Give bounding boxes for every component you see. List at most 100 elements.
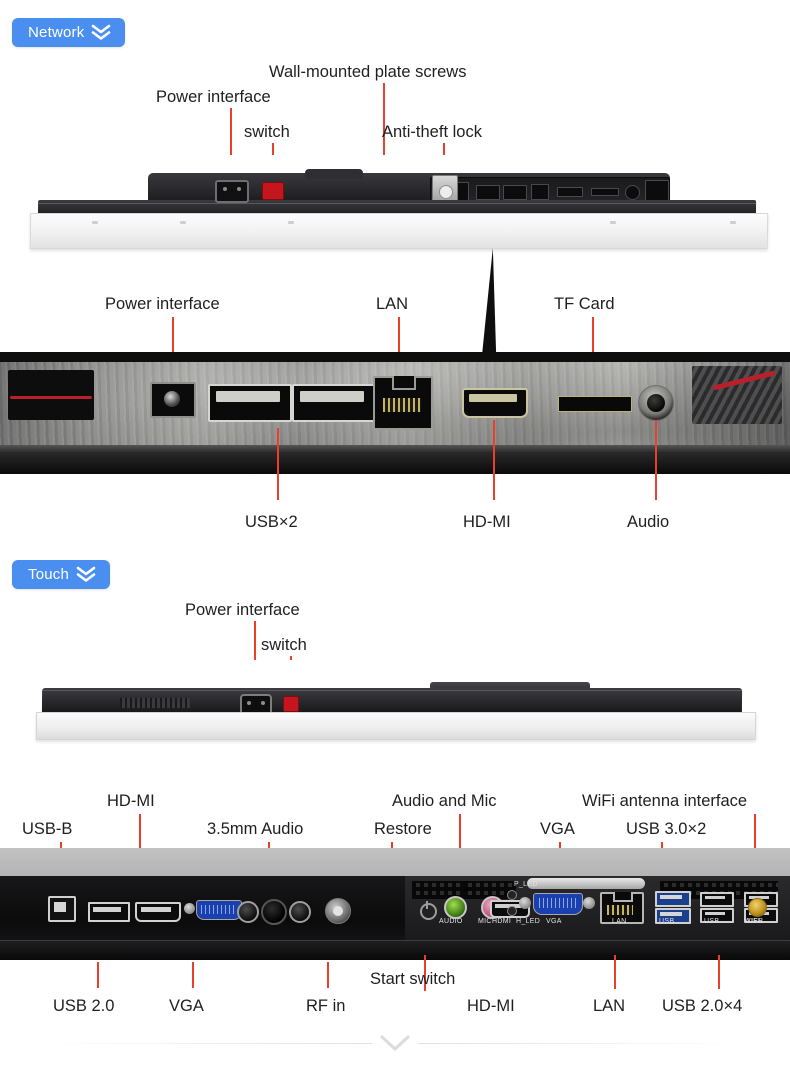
chassis-bottom-lip [0, 940, 790, 960]
callout-start-switch: Start switch [370, 970, 456, 988]
vent-grille [412, 881, 470, 899]
port-usb-2-0 [88, 902, 130, 922]
silkscreen-usb-2: USB [704, 918, 720, 925]
silkscreen-usb-1: USB [659, 918, 675, 925]
port-vga-monitor [196, 900, 242, 920]
section-badge-network-label: Network [28, 23, 85, 41]
port-tf-card-slot [558, 396, 632, 412]
chassis-bottom-edge [0, 452, 790, 474]
vga-screw-left [184, 903, 195, 914]
leader-line [327, 962, 329, 988]
chevron-down-icon[interactable] [372, 1032, 418, 1054]
photo-touch-monitor-edge [0, 660, 790, 770]
port-usb-2 [292, 384, 376, 422]
leader-line [97, 962, 99, 988]
silkscreen-wifi: WIFI [744, 918, 760, 925]
callout-audio-and-mic: Audio and Mic [392, 792, 497, 810]
port-lan-rj45 [373, 376, 433, 430]
silkscreen-vga: VGA [546, 918, 562, 925]
port-usb-2-0-a [700, 892, 734, 907]
chassis-top-edge [0, 352, 790, 362]
callout-wifi-antenna-interface: WiFi antenna interface [582, 792, 748, 810]
port-tf-card [591, 188, 619, 196]
callout-hdmi-1: HD-MI [463, 513, 511, 531]
leader-line [718, 955, 720, 989]
double-chevron-down-icon [91, 23, 111, 41]
double-chevron-down-icon [76, 565, 96, 583]
chassis-ledge [0, 445, 790, 452]
silkscreen-mic: MIC [478, 918, 492, 925]
port-audio [625, 185, 640, 200]
port-audio-jack-center [261, 899, 287, 925]
h-led-indicator [507, 906, 517, 916]
screw-dot [180, 221, 186, 224]
port-rf-in [325, 898, 351, 924]
callout-tf-card: TF Card [554, 295, 615, 313]
monitor-rear-hump [305, 169, 363, 179]
screw-dot [610, 221, 616, 224]
divider-line-right [418, 1042, 748, 1044]
callout-hdmi-3: HD-MI [467, 997, 515, 1015]
product-interface-diagram: Network Power interface switch Wall-moun… [0, 0, 790, 1065]
port-audio-jack-1 [237, 901, 259, 923]
vga-screw-right [583, 897, 595, 909]
port-usb [503, 185, 527, 200]
leader-wedge-dark [482, 247, 500, 355]
silkscreen-p-led: P_LED [514, 881, 538, 888]
port-usb-3-0-upper [655, 891, 691, 907]
leader-line [614, 955, 616, 989]
callout-usb-3-0-x2: USB 3.0×2 [626, 820, 707, 838]
callout-3-5mm-audio: 3.5mm Audio [207, 820, 304, 838]
port-misc [531, 184, 549, 200]
callout-rf-in: RF in [306, 997, 346, 1015]
vga-screw-left [519, 897, 531, 909]
port-audio-jack-2 [289, 901, 311, 923]
p-led-indicator [507, 890, 517, 900]
port-hdmi [557, 187, 583, 197]
power-rocker-switch [262, 182, 284, 200]
leader-line [277, 428, 279, 500]
screw-dot [288, 221, 294, 224]
silkscreen-hdmi: HDMI [492, 918, 512, 925]
port-usb-1 [208, 384, 292, 422]
callout-hdmi-2: HD-MI [107, 792, 155, 810]
callout-vga-bottom: VGA [169, 997, 204, 1015]
section-badge-network[interactable]: Network [12, 18, 126, 47]
photo-network-monitor-edge [0, 155, 790, 260]
callout-usb-b: USB-B [22, 820, 73, 838]
callout-usb-2-0-x4: USB 2.0×4 [662, 997, 743, 1015]
module-handle [527, 878, 645, 889]
callout-restore: Restore [374, 820, 432, 838]
callout-vga-top: VGA [540, 820, 575, 838]
leader-line [655, 420, 657, 500]
port-usb [476, 185, 500, 200]
power-rocker-switch [283, 696, 299, 712]
vent-grille [645, 180, 669, 202]
port-hdmi [462, 388, 528, 418]
monitor-front-glass [35, 712, 757, 740]
chassis-gray-band [0, 848, 790, 876]
vent-grille [120, 698, 190, 708]
photo-network-io-closeup [0, 352, 790, 474]
leader-line [192, 962, 194, 988]
callout-usb-2-0: USB 2.0 [53, 997, 115, 1015]
leader-line [493, 420, 495, 500]
port-dc-power [150, 382, 196, 418]
callout-audio: Audio [627, 513, 670, 531]
silkscreen-lan: LAN [612, 918, 627, 925]
power-symbol-icon [420, 901, 437, 920]
wifi-antenna-connector [748, 898, 767, 917]
ac-power-socket [215, 180, 249, 203]
callout-lan: LAN [376, 295, 409, 313]
port-audio-line-out [444, 896, 467, 919]
silkscreen-audio: AUDIO [439, 918, 463, 925]
section-badge-touch[interactable]: Touch [12, 560, 111, 589]
port-usb-b [48, 896, 76, 922]
screw-dot [730, 221, 736, 224]
port-audio-jack [638, 385, 674, 421]
left-black-block [8, 370, 94, 420]
section-badge-touch-label: Touch [28, 565, 70, 583]
footer-divider [0, 1028, 790, 1058]
port-vga-pc [533, 893, 583, 915]
monitor-front-glass [29, 213, 769, 249]
